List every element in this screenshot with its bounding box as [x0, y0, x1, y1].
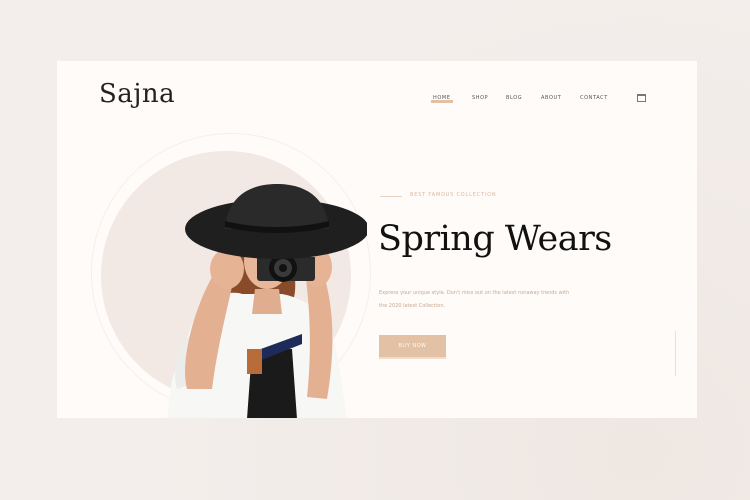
nav-item-home[interactable]: HOME	[431, 95, 453, 103]
brand-logo[interactable]: Sajna	[99, 79, 175, 109]
hero-card: Sajna HOME SHOP BLOG ABOUT CONTACT BEST …	[57, 61, 697, 418]
nav-item-about[interactable]: ABOUT	[541, 95, 561, 101]
nav-item-blog[interactable]: BLOG	[506, 95, 522, 101]
hero-subtitle: BEST FAMOUS COLLECTION	[410, 192, 497, 198]
shopping-bag-icon[interactable]	[637, 94, 646, 102]
hero-title: Spring Wears	[378, 219, 612, 259]
nav-item-contact[interactable]: CONTACT	[580, 95, 608, 101]
side-decoration	[675, 331, 681, 376]
subtitle-divider	[380, 196, 402, 197]
buy-now-button[interactable]: BUY NOW	[379, 335, 446, 359]
hero-description: Express your unique style. Don't miss ou…	[379, 290, 570, 309]
model-photo	[167, 184, 367, 418]
nav-item-shop[interactable]: SHOP	[472, 95, 488, 101]
